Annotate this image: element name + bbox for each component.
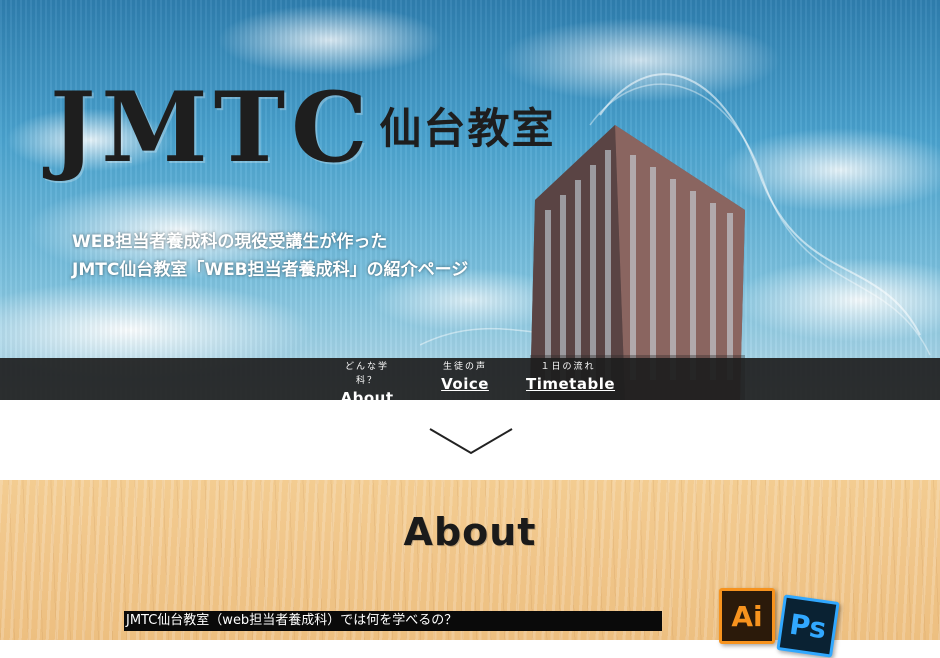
logo-subtext: 仙台教室 [379,104,556,153]
nav-item-voice[interactable]: 生徒の声 Voice [436,360,494,394]
main-nav: どんな学科？ About 生徒の声 Voice １日の流れ Timetable [0,358,940,407]
hero-banner: JMTC 仙台教室 WEB担当者養成科の現役受講生が作った JMTC仙台教室「WE… [0,0,940,400]
nav-timetable-caption: １日の流れ [540,362,596,372]
site-logo[interactable]: JMTC 仙台教室 [50,80,556,176]
nav-voice-label: Voice [441,375,489,393]
nav-timetable-label: Timetable [526,375,616,393]
about-heading: About [403,510,537,554]
nav-voice-caption: 生徒の声 [442,362,487,372]
nav-item-timetable[interactable]: １日の流れ Timetable [526,360,616,394]
hero-tagline: WEB担当者養成科の現役受講生が作った JMTC仙台教室「WEB担当者養成科」の… [72,228,468,284]
illustrator-icon: Ai [719,588,775,644]
tagline-line-1: WEB担当者養成科の現役受講生が作った [72,232,388,252]
about-question: JMTC仙台教室（web担当者養成科）では何を学べるの？ [124,611,662,631]
chevron-down-icon[interactable] [428,426,514,456]
scroll-down-area [0,400,940,480]
photoshop-icon: Ps [776,594,840,658]
logo-text: JMTC [50,71,374,184]
nav-about-caption: どんな学科？ [344,362,389,386]
tagline-line-2: JMTC仙台教室「WEB担当者養成科」の紹介ページ [72,260,469,280]
